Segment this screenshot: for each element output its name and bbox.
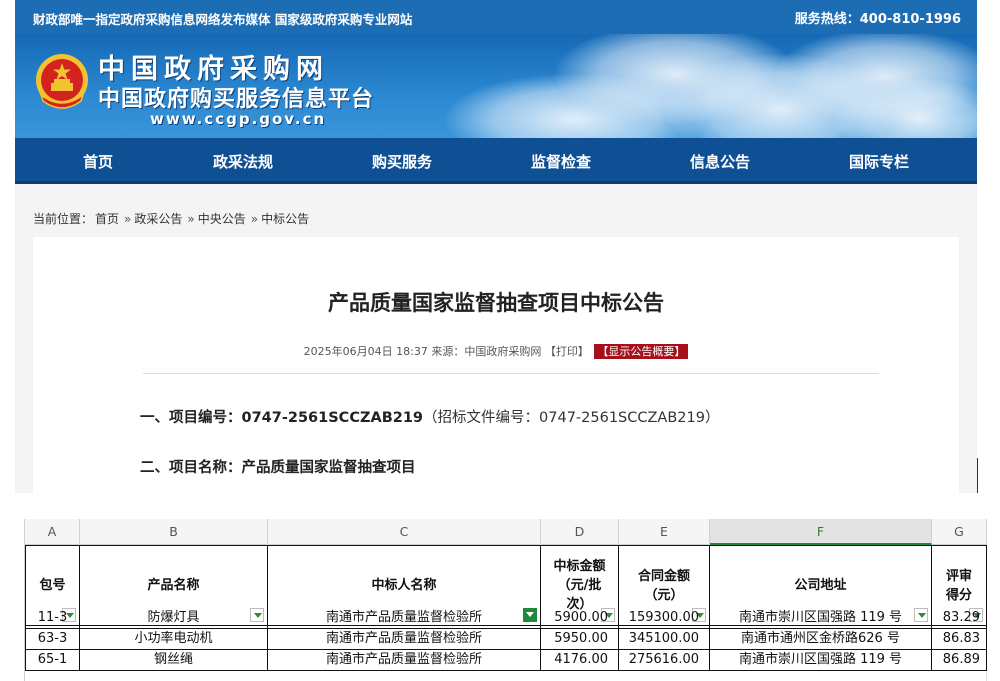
header-label-line: （元） [644, 587, 684, 603]
header-label-line: （元/批 [557, 578, 602, 593]
cell-review-score[interactable]: 83.29 [932, 608, 987, 629]
column-header-g[interactable]: G [932, 519, 987, 545]
site-subtitle: 中国政府购买服务信息平台 [98, 87, 375, 112]
column-header-b[interactable]: B [80, 519, 268, 545]
column-header-c[interactable]: C [268, 519, 541, 545]
cell-winner-name[interactable]: 南通市产品质量监督检验所 [268, 608, 541, 629]
header-label-line: 评审 [945, 568, 972, 584]
breadcrumb-central-notices[interactable]: 中央公告 [198, 212, 246, 226]
notice-meta: 2025年06月04日 18:37 来源：中国政府采购网 【打印】 【显示公告概… [33, 343, 959, 359]
cell-contract-amount[interactable]: 345100.00 [619, 629, 710, 650]
notice-card: 产品质量国家监督抽查项目中标公告 2025年06月04日 18:37 来源：中国… [33, 237, 959, 493]
show-summary-button[interactable]: 【显示公告概要】 [594, 344, 689, 359]
breadcrumb-award-notices[interactable]: 中标公告 [261, 212, 309, 226]
notice-source: 来源：中国政府采购网 [431, 345, 542, 358]
top-bar: 财政部唯一指定政府采购信息网络发布媒体 国家级政府采购专业网站 服务热线：400… [15, 0, 977, 34]
nav-home[interactable]: 首页 [83, 151, 113, 172]
print-link[interactable]: 【打印】 [545, 345, 589, 358]
cell-company-address[interactable]: 南通市通州区金桥路626 号 [710, 629, 932, 650]
page: 财政部唯一指定政府采购信息网络发布媒体 国家级政府采购专业网站 服务热线：400… [0, 0, 1000, 681]
spreadsheet: A B C D E F G 包号 产品名称 中标人名称 中标金额 （元/批 次）… [24, 519, 1000, 681]
cell-review-score[interactable]: 86.89 [932, 650, 987, 671]
main-nav: 首页 政采法规 购买服务 监督检查 信息公告 国际专栏 [15, 138, 977, 184]
cell-winner-name[interactable]: 南通市产品质量监督检验所 [268, 629, 541, 650]
nav-regulations[interactable]: 政采法规 [213, 151, 273, 172]
tender-doc-number: （招标文件编号：0747-2561SCCZAB219） [423, 410, 720, 426]
cell-product-name[interactable]: 防爆灯具 [80, 608, 268, 629]
cell-company-address[interactable]: 南通市崇川区国强路 119 号 [710, 650, 932, 671]
divider [143, 373, 879, 374]
breadcrumb-procurement-notices[interactable]: 政采公告 [134, 212, 182, 226]
cell-product-name[interactable]: 钢丝绳 [80, 650, 268, 671]
notice-title: 产品质量国家监督抽查项目中标公告 [328, 291, 664, 315]
project-number-label: 一、项目编号： [140, 410, 242, 426]
header-label: 产品名称 [147, 578, 200, 593]
cell-product-name[interactable]: 小功率电动机 [80, 629, 268, 650]
cell-winner-name[interactable]: 南通市产品质量监督检验所 [268, 650, 541, 671]
breadcrumb-separator: » [250, 212, 259, 226]
site-url: www.ccgp.gov.cn [150, 110, 327, 128]
project-name-line: 二、项目名称：产品质量国家监督抽查项目 [140, 456, 416, 477]
header-label: 中标人名称 [371, 578, 437, 593]
project-name-label: 二、项目名称： [140, 460, 242, 476]
column-header-e[interactable]: E [619, 519, 710, 545]
national-emblem-icon [36, 54, 88, 109]
header-label-line: 中标金额 [553, 559, 606, 574]
project-name-value: 产品质量国家监督抽查项目 [241, 460, 416, 476]
cell-package-number[interactable]: 63-3 [25, 629, 80, 650]
column-header-d[interactable]: D [541, 519, 619, 545]
cell-contract-amount[interactable]: 275616.00 [619, 650, 710, 671]
cell-bid-amount[interactable]: 5900.00 [541, 608, 619, 629]
cell-package-number[interactable]: 65-1 [25, 650, 80, 671]
cell-bid-amount[interactable]: 5950.00 [541, 629, 619, 650]
breadcrumb-separator: » [187, 212, 195, 226]
site-slogan: 财政部唯一指定政府采购信息网络发布媒体 国家级政府采购专业网站 [33, 12, 413, 27]
breadcrumb: 当前位置： 首页» 政采公告» 中央公告» 中标公告 [33, 210, 311, 227]
header-label: 包号 [39, 578, 66, 593]
header-label-line: 得分 [945, 587, 972, 603]
header-label-line: 合同金额 [637, 568, 690, 584]
cell-package-number[interactable]: 11-3 [25, 608, 80, 629]
cell-review-score[interactable]: 86.83 [932, 629, 987, 650]
nav-international[interactable]: 国际专栏 [849, 151, 909, 172]
site-banner: 中国政府采购网 中国政府购买服务信息平台 www.ccgp.gov.cn [15, 34, 977, 138]
breadcrumb-prefix: 当前位置： [33, 212, 94, 226]
divider [977, 458, 978, 493]
service-hotline: 服务热线：400-810-1996 [794, 12, 961, 27]
nav-purchase-services[interactable]: 购买服务 [372, 151, 432, 172]
project-number-value: 0747-2561SCCZAB219 [241, 410, 424, 426]
column-header-f[interactable]: F [710, 519, 932, 545]
column-header-a[interactable]: A [25, 519, 80, 545]
cell-contract-amount[interactable]: 159300.00 [619, 608, 710, 629]
project-number-line: 一、项目编号：0747-2561SCCZAB219（招标文件编号：0747-25… [140, 406, 719, 427]
notice-date: 2025年06月04日 18:37 [303, 345, 428, 358]
nav-announcements[interactable]: 信息公告 [690, 151, 750, 172]
empty-row [25, 671, 987, 681]
ccgp-website: 财政部唯一指定政府采购信息网络发布媒体 国家级政府采购专业网站 服务热线：400… [15, 0, 977, 493]
nav-supervision[interactable]: 监督检查 [531, 151, 591, 172]
cell-company-address[interactable]: 南通市崇川区国强路 119 号 [710, 608, 932, 629]
cell-bid-amount[interactable]: 4176.00 [541, 650, 619, 671]
breadcrumb-home[interactable]: 首页 [95, 212, 119, 226]
breadcrumb-separator: » [124, 212, 132, 226]
header-label: 公司地址 [794, 578, 847, 593]
